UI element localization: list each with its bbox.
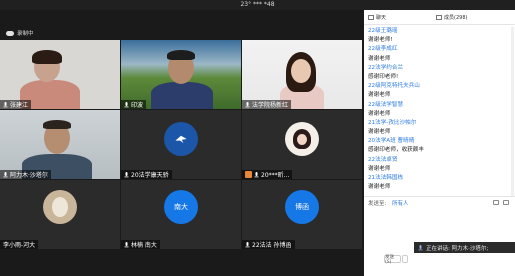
participant-name: 李小雨-河大 xyxy=(3,242,36,249)
recording-label: 录制中 xyxy=(17,31,34,37)
chat-message: 谢谢老师 xyxy=(368,129,391,136)
participant-hair xyxy=(167,50,195,60)
chat-message: 谢谢老师 xyxy=(368,184,391,191)
mic-icon xyxy=(124,171,129,178)
video-tile[interactable]: 张建江 xyxy=(0,40,120,109)
participant-name: 20法学康天骄 xyxy=(131,172,169,179)
participant-name-bar: 法学院杨新红 xyxy=(242,100,292,109)
avatar xyxy=(43,190,77,224)
mic-icon xyxy=(245,101,250,108)
participant-name-bar: 林楠 南大 xyxy=(121,240,160,249)
window-titlebar: 23° *** *48 xyxy=(0,0,515,10)
chat-sender: 21法学-孜比沙帕尔 xyxy=(368,119,417,126)
bottom-bar xyxy=(0,252,364,276)
send-options-button[interactable] xyxy=(402,255,408,263)
chat-panel: 聊天 成员(298) 22级王璐瑶 谢谢老师! 22级李成红 谢谢老师 22法学… xyxy=(364,10,515,276)
participant-name-bar: 张建江 xyxy=(0,100,32,109)
video-tile[interactable]: 博函 22法法 孙博函 xyxy=(242,180,362,249)
participant-name: 林楠 南大 xyxy=(131,242,157,249)
video-tile[interactable]: 20***昕... xyxy=(242,110,362,179)
chat-message-list[interactable]: 22级王璐瑶 谢谢老师! 22级李成红 谢谢老师 22法学约合兰 感谢印老师! … xyxy=(368,27,508,192)
mic-icon xyxy=(254,171,259,178)
file-icon[interactable] xyxy=(493,200,499,205)
participant-name-bar: 20法学康天骄 xyxy=(121,170,172,179)
avatar: 博函 xyxy=(285,190,319,224)
video-grid: 张建江 印波 法学院杨新红 阿力木·沙塔尔 20法学康天骄 20***昕... … xyxy=(0,40,364,252)
video-tile[interactable]: 法学院杨新红 xyxy=(242,40,362,109)
participant-name: 阿力木·沙塔尔 xyxy=(10,172,48,179)
speaking-text: 正在讲话: 阿力木·沙塔尔; xyxy=(426,245,489,252)
chat-message: 谢谢老师 xyxy=(368,92,391,99)
chat-scrollbar[interactable] xyxy=(511,27,514,197)
chat-sender: 22级阿克特托夫兵山 xyxy=(368,83,420,90)
chat-icon xyxy=(368,15,374,20)
send-to-label: 发送至: xyxy=(368,200,387,207)
chat-sender: 22法法卓贤 xyxy=(368,156,398,163)
members-icon xyxy=(436,15,442,20)
chat-message: 谢谢老师 xyxy=(368,55,391,62)
video-tile[interactable]: 20法学康天骄 xyxy=(121,110,241,179)
chat-message: 感谢印老师! xyxy=(368,73,399,80)
chat-sender: 21法法韩国栋 xyxy=(368,175,404,181)
mic-icon xyxy=(124,241,129,248)
chat-sender: 20法学A班 曹晴晴 xyxy=(368,138,415,145)
video-tile[interactable]: 印波 xyxy=(121,40,241,109)
participant-name: 印波 xyxy=(131,102,144,109)
mic-icon xyxy=(124,101,129,108)
chat-message: 谢谢老师! xyxy=(368,37,393,44)
participant-name-bar: 20***昕... xyxy=(242,170,293,179)
participant-name: 法学院杨新红 xyxy=(252,102,289,109)
avatar xyxy=(164,122,198,156)
chat-message: 感谢印老师，收获颇丰 xyxy=(368,147,424,154)
chat-sender: 22级法学智慧 xyxy=(368,101,404,108)
chat-message: 谢谢老师 xyxy=(368,110,391,117)
speaking-indicator: 正在讲话: 阿力木·沙塔尔; xyxy=(414,242,515,253)
cloud-icon xyxy=(6,30,14,36)
participant-name: 20***昕... xyxy=(261,172,290,179)
avatar: 南大 xyxy=(164,190,198,224)
participant-face-front xyxy=(291,59,311,83)
participant-figure xyxy=(151,82,213,109)
mic-icon xyxy=(3,171,8,178)
participant-name-bar: 阿力木·沙塔尔 xyxy=(0,170,51,179)
tab-chat[interactable]: 聊天 xyxy=(368,14,386,21)
participant-name: 22法法 孙博函 xyxy=(252,242,292,249)
chat-sender: 22法学约合兰 xyxy=(368,64,404,71)
send-to-bar: 发送至: 所有人 xyxy=(364,196,515,208)
chat-message: 谢谢老师 xyxy=(368,165,391,172)
video-tile[interactable]: 阿力木·沙塔尔 xyxy=(0,110,120,179)
participant-hair xyxy=(32,50,62,64)
raise-hand-icon xyxy=(245,171,252,178)
participant-hair xyxy=(43,120,71,129)
more-icon[interactable] xyxy=(503,200,509,205)
chat-sender: 22级王璐瑶 xyxy=(368,28,398,34)
video-tile[interactable]: 南大 林楠 南大 xyxy=(121,180,241,249)
participant-name-bar: 22法法 孙博函 xyxy=(242,240,295,249)
participant-name-bar: 印波 xyxy=(121,100,147,109)
participant-name: 张建江 xyxy=(10,102,29,109)
recipient-select[interactable]: 所有人 xyxy=(392,199,409,207)
chat-tools xyxy=(493,200,509,205)
recording-indicator[interactable]: 录制中 xyxy=(6,28,34,38)
avatar xyxy=(285,122,319,156)
participant-name-bar: 李小雨-河大 xyxy=(0,240,39,249)
chat-header: 聊天 成员(298) xyxy=(364,10,515,25)
tab-chat-label: 聊天 xyxy=(376,15,387,21)
tab-members-label: 成员(298) xyxy=(444,15,468,21)
send-button[interactable]: 发送(S) xyxy=(384,255,401,265)
window-title: 23° *** *48 xyxy=(240,1,275,8)
mic-icon xyxy=(418,244,423,251)
mic-icon xyxy=(3,101,8,108)
tab-members[interactable]: 成员(298) xyxy=(436,14,467,21)
chat-sender: 22级李成红 xyxy=(368,46,398,53)
mic-icon xyxy=(245,241,250,248)
video-tile[interactable]: 李小雨-河大 xyxy=(0,180,120,249)
